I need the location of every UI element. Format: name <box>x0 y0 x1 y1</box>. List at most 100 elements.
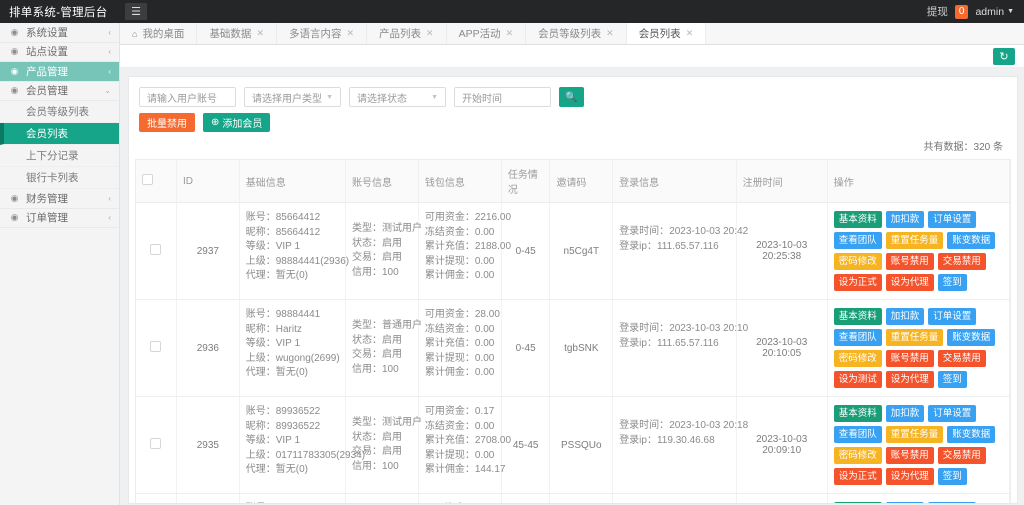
field-label: 昵称： <box>246 227 276 238</box>
field-label: 登录时间： <box>619 226 669 237</box>
sidebar-item-0[interactable]: 会员等级列表 <box>0 101 119 123</box>
op-button-0[interactable]: 基本资料 <box>834 502 882 504</box>
op-button-8[interactable]: 交易禁用 <box>938 447 986 464</box>
sidebar-group-3[interactable]: ◉会员管理⌄ <box>0 82 119 102</box>
op-button-11[interactable]: 签到 <box>938 371 967 388</box>
op-button-2[interactable]: 订单设置 <box>928 502 976 504</box>
op-button-6[interactable]: 密码修改 <box>834 447 882 464</box>
op-button-4[interactable]: 重置任务量 <box>886 232 944 249</box>
sidebar-group-2[interactable]: ◉产品管理‹ <box>0 62 119 82</box>
op-button-4[interactable]: 重置任务量 <box>886 329 944 346</box>
close-icon[interactable]: ✕ <box>346 28 354 39</box>
sidebar-group-1[interactable]: ◉站点设置‹ <box>0 43 119 63</box>
row-checkbox[interactable] <box>150 438 161 449</box>
withdraw-link[interactable]: 提现 <box>927 4 948 19</box>
sidebar-group-after-1[interactable]: ◉订单管理‹ <box>0 209 119 229</box>
close-icon[interactable]: ✕ <box>426 28 434 39</box>
close-icon[interactable]: ✕ <box>686 28 694 39</box>
op-button-9[interactable]: 设为测试 <box>834 371 882 388</box>
op-button-6[interactable]: 密码修改 <box>834 350 882 367</box>
tab-0[interactable]: ⌂我的桌面 <box>120 23 197 44</box>
search-account-input[interactable]: 请输入用户账号 <box>139 87 236 107</box>
op-button-0[interactable]: 基本资料 <box>834 211 882 228</box>
row-select-cell <box>136 494 176 505</box>
field-label: 累计充值： <box>425 435 475 446</box>
select-all-checkbox[interactable] <box>142 174 153 185</box>
op-button-8[interactable]: 交易禁用 <box>938 253 986 270</box>
batch-disable-button[interactable]: 批量禁用 <box>139 113 195 132</box>
op-button-1[interactable]: 加扣款 <box>886 405 925 422</box>
op-button-6[interactable]: 密码修改 <box>834 253 882 270</box>
column-header-5: 任务情况 <box>501 160 550 203</box>
op-button-1[interactable]: 加扣款 <box>886 211 925 228</box>
op-button-11[interactable]: 签到 <box>938 468 967 485</box>
op-button-5[interactable]: 账变数据 <box>947 426 995 443</box>
table-row[interactable]: 2937账号：85664412昵称：85664412等级：VIP 1上级：988… <box>136 203 1010 300</box>
user-icon: ◉ <box>9 85 20 96</box>
op-button-7[interactable]: 账号禁用 <box>886 350 934 367</box>
op-button-8[interactable]: 交易禁用 <box>938 350 986 367</box>
sidebar-group-0[interactable]: ◉系统设置‹ <box>0 23 119 43</box>
cell-operations: 基本资料加扣款订单设置查看团队重置任务量账变数据密码修改账号禁用交易禁用设为正式… <box>827 203 1009 300</box>
op-button-9[interactable]: 设为正式 <box>834 468 882 485</box>
op-button-10[interactable]: 设为代理 <box>886 371 934 388</box>
column-header-2: 基础信息 <box>239 160 345 203</box>
sidebar-item-2[interactable]: 上下分记录 <box>0 145 119 167</box>
row-checkbox[interactable] <box>150 341 161 352</box>
tab-2[interactable]: 多语言内容✕ <box>277 23 367 44</box>
op-button-0[interactable]: 基本资料 <box>834 308 882 325</box>
tab-6[interactable]: 会员列表✕ <box>627 23 707 44</box>
tab-1[interactable]: 基础数据✕ <box>197 23 277 44</box>
refresh-icon[interactable]: ↻ <box>993 48 1015 65</box>
op-button-4[interactable]: 重置任务量 <box>886 426 944 443</box>
op-button-5[interactable]: 账变数据 <box>947 232 995 249</box>
op-button-10[interactable]: 设为代理 <box>886 274 934 291</box>
field-label: 可用资金： <box>425 309 475 320</box>
tab-3[interactable]: 产品列表✕ <box>367 23 447 44</box>
op-button-9[interactable]: 设为正式 <box>834 274 882 291</box>
sidebar-group-label: 产品管理 <box>26 64 68 79</box>
clipboard-icon: ◉ <box>9 212 20 223</box>
add-member-button[interactable]: ⊕ 添加会员 <box>203 113 270 132</box>
table-row[interactable]: 2936账号：98884441昵称：Haritz等级：VIP 1上级：wugon… <box>136 300 1010 397</box>
row-checkbox[interactable] <box>150 244 161 255</box>
op-button-11[interactable]: 签到 <box>938 274 967 291</box>
op-button-7[interactable]: 账号禁用 <box>886 253 934 270</box>
op-button-2[interactable]: 订单设置 <box>928 211 976 228</box>
tab-5[interactable]: 会员等级列表✕ <box>526 23 627 44</box>
table-row[interactable]: 账号：昵称：等级：上级：代理：类型：状态：交易：信用：可用资金：冻结资金：累计充… <box>136 494 1010 505</box>
start-time-input[interactable]: 开始时间 <box>454 87 551 107</box>
table-row[interactable]: 2935账号：89936522昵称：89936522等级：VIP 1上级：017… <box>136 397 1010 494</box>
close-icon[interactable]: ✕ <box>606 28 614 39</box>
field-value: 2188.00 <box>475 241 511 252</box>
column-header-8: 注册时间 <box>736 160 827 203</box>
sidebar-item-1[interactable]: 会员列表 <box>0 123 119 145</box>
tab-4[interactable]: APP活动✕ <box>447 23 527 44</box>
field-trade: 交易：启用 <box>352 348 412 363</box>
op-button-3[interactable]: 查看团队 <box>834 426 882 443</box>
search-icon[interactable]: 🔍 <box>559 87 584 107</box>
op-button-3[interactable]: 查看团队 <box>834 232 882 249</box>
field-commission: 累计佣金：0.00 <box>425 269 495 284</box>
op-button-10[interactable]: 设为代理 <box>886 468 934 485</box>
close-icon[interactable]: ✕ <box>506 28 514 39</box>
sidebar-group-after-0[interactable]: ◉财务管理‹ <box>0 189 119 209</box>
sidebar-item-3[interactable]: 银行卡列表 <box>0 167 119 189</box>
op-button-2[interactable]: 订单设置 <box>928 308 976 325</box>
op-button-1[interactable]: 加扣款 <box>886 308 925 325</box>
status-select[interactable]: 请选择状态 ▼ <box>349 87 446 107</box>
op-button-0[interactable]: 基本资料 <box>834 405 882 422</box>
user-type-select[interactable]: 请选择用户类型 ▼ <box>244 87 341 107</box>
op-button-2[interactable]: 订单设置 <box>928 405 976 422</box>
op-button-7[interactable]: 账号禁用 <box>886 447 934 464</box>
close-icon[interactable]: ✕ <box>256 28 264 39</box>
field-value: 启用 <box>382 432 402 443</box>
field-login_ip: 登录ip：111.65.57.116 <box>619 240 729 255</box>
op-button-3[interactable]: 查看团队 <box>834 329 882 346</box>
sidebar-group-label: 订单管理 <box>26 210 68 225</box>
field-value: 普通用户 <box>382 320 422 331</box>
admin-menu[interactable]: admin ▼ <box>975 6 1014 18</box>
hamburger-icon[interactable]: ☰ <box>125 3 147 20</box>
op-button-1[interactable]: 加扣款 <box>886 502 925 504</box>
op-button-5[interactable]: 账变数据 <box>947 329 995 346</box>
